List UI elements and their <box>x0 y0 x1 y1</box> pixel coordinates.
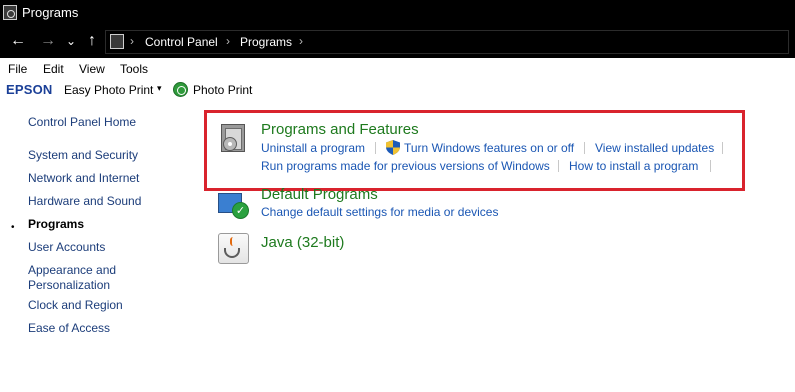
photo-print-button[interactable]: Photo Print <box>193 83 252 97</box>
sidebar-item-user-accounts[interactable]: User Accounts <box>28 240 158 255</box>
current-item-bullet: • <box>11 222 15 233</box>
menu-tools[interactable]: Tools <box>120 62 148 76</box>
epson-logo: EPSON <box>6 82 53 97</box>
sidebar-item-network-internet[interactable]: Network and Internet <box>28 171 158 186</box>
sidebar-item-ease-of-access[interactable]: Ease of Access <box>28 321 158 336</box>
menu-bar: File Edit View Tools <box>0 58 795 80</box>
breadcrumb-programs[interactable]: Programs <box>240 35 292 49</box>
sidebar-item-programs: Programs <box>28 217 85 231</box>
breadcrumb-separator-icon[interactable]: › <box>299 34 303 48</box>
change-default-settings-link[interactable]: Change default settings for media or dev… <box>261 205 498 219</box>
epson-toolbar: EPSON Easy Photo Print ▾ Photo Print <box>0 80 795 100</box>
navigation-bar: ← → ⌄ ↑ › Control Panel › Programs › <box>0 26 795 58</box>
control-panel-icon <box>3 5 17 20</box>
sidebar-item-control-panel-home[interactable]: Control Panel Home <box>28 115 158 130</box>
sidebar-item-hardware-sound[interactable]: Hardware and Sound <box>28 194 158 209</box>
window-title: Programs <box>22 5 79 20</box>
highlight-box <box>204 110 745 191</box>
address-bar[interactable]: › Control Panel › Programs › <box>105 30 789 54</box>
menu-edit[interactable]: Edit <box>43 62 64 76</box>
breadcrumb-separator-icon[interactable]: › <box>130 34 134 48</box>
sidebar-item-clock-region[interactable]: Clock and Region <box>28 298 158 313</box>
java-steam-icon <box>230 237 236 246</box>
menu-file[interactable]: File <box>8 62 27 76</box>
up-arrow-icon[interactable]: ↑ <box>84 31 100 51</box>
dropdown-caret-icon[interactable]: ▾ <box>157 83 162 94</box>
breadcrumb-separator-icon[interactable]: › <box>226 34 230 48</box>
forward-arrow-icon[interactable]: → <box>38 31 58 51</box>
menu-view[interactable]: View <box>79 62 105 76</box>
checkmark-icon: ✓ <box>232 202 249 219</box>
java-title[interactable]: Java (32-bit) <box>261 234 344 251</box>
sidebar-item-appearance-personalization[interactable]: Appearance and Personalization <box>28 263 128 293</box>
recent-locations-chevron-icon[interactable]: ⌄ <box>64 31 78 51</box>
title-bar: Programs <box>0 0 795 26</box>
sidebar-item-system-security[interactable]: System and Security <box>28 148 158 163</box>
photo-print-icon[interactable] <box>173 82 188 97</box>
default-programs-title[interactable]: Default Programs <box>261 186 378 203</box>
control-panel-location-icon <box>110 34 124 49</box>
breadcrumb-control-panel[interactable]: Control Panel <box>145 35 218 49</box>
easy-photo-print-button[interactable]: Easy Photo Print <box>64 83 153 97</box>
back-arrow-icon[interactable]: ← <box>8 31 28 51</box>
